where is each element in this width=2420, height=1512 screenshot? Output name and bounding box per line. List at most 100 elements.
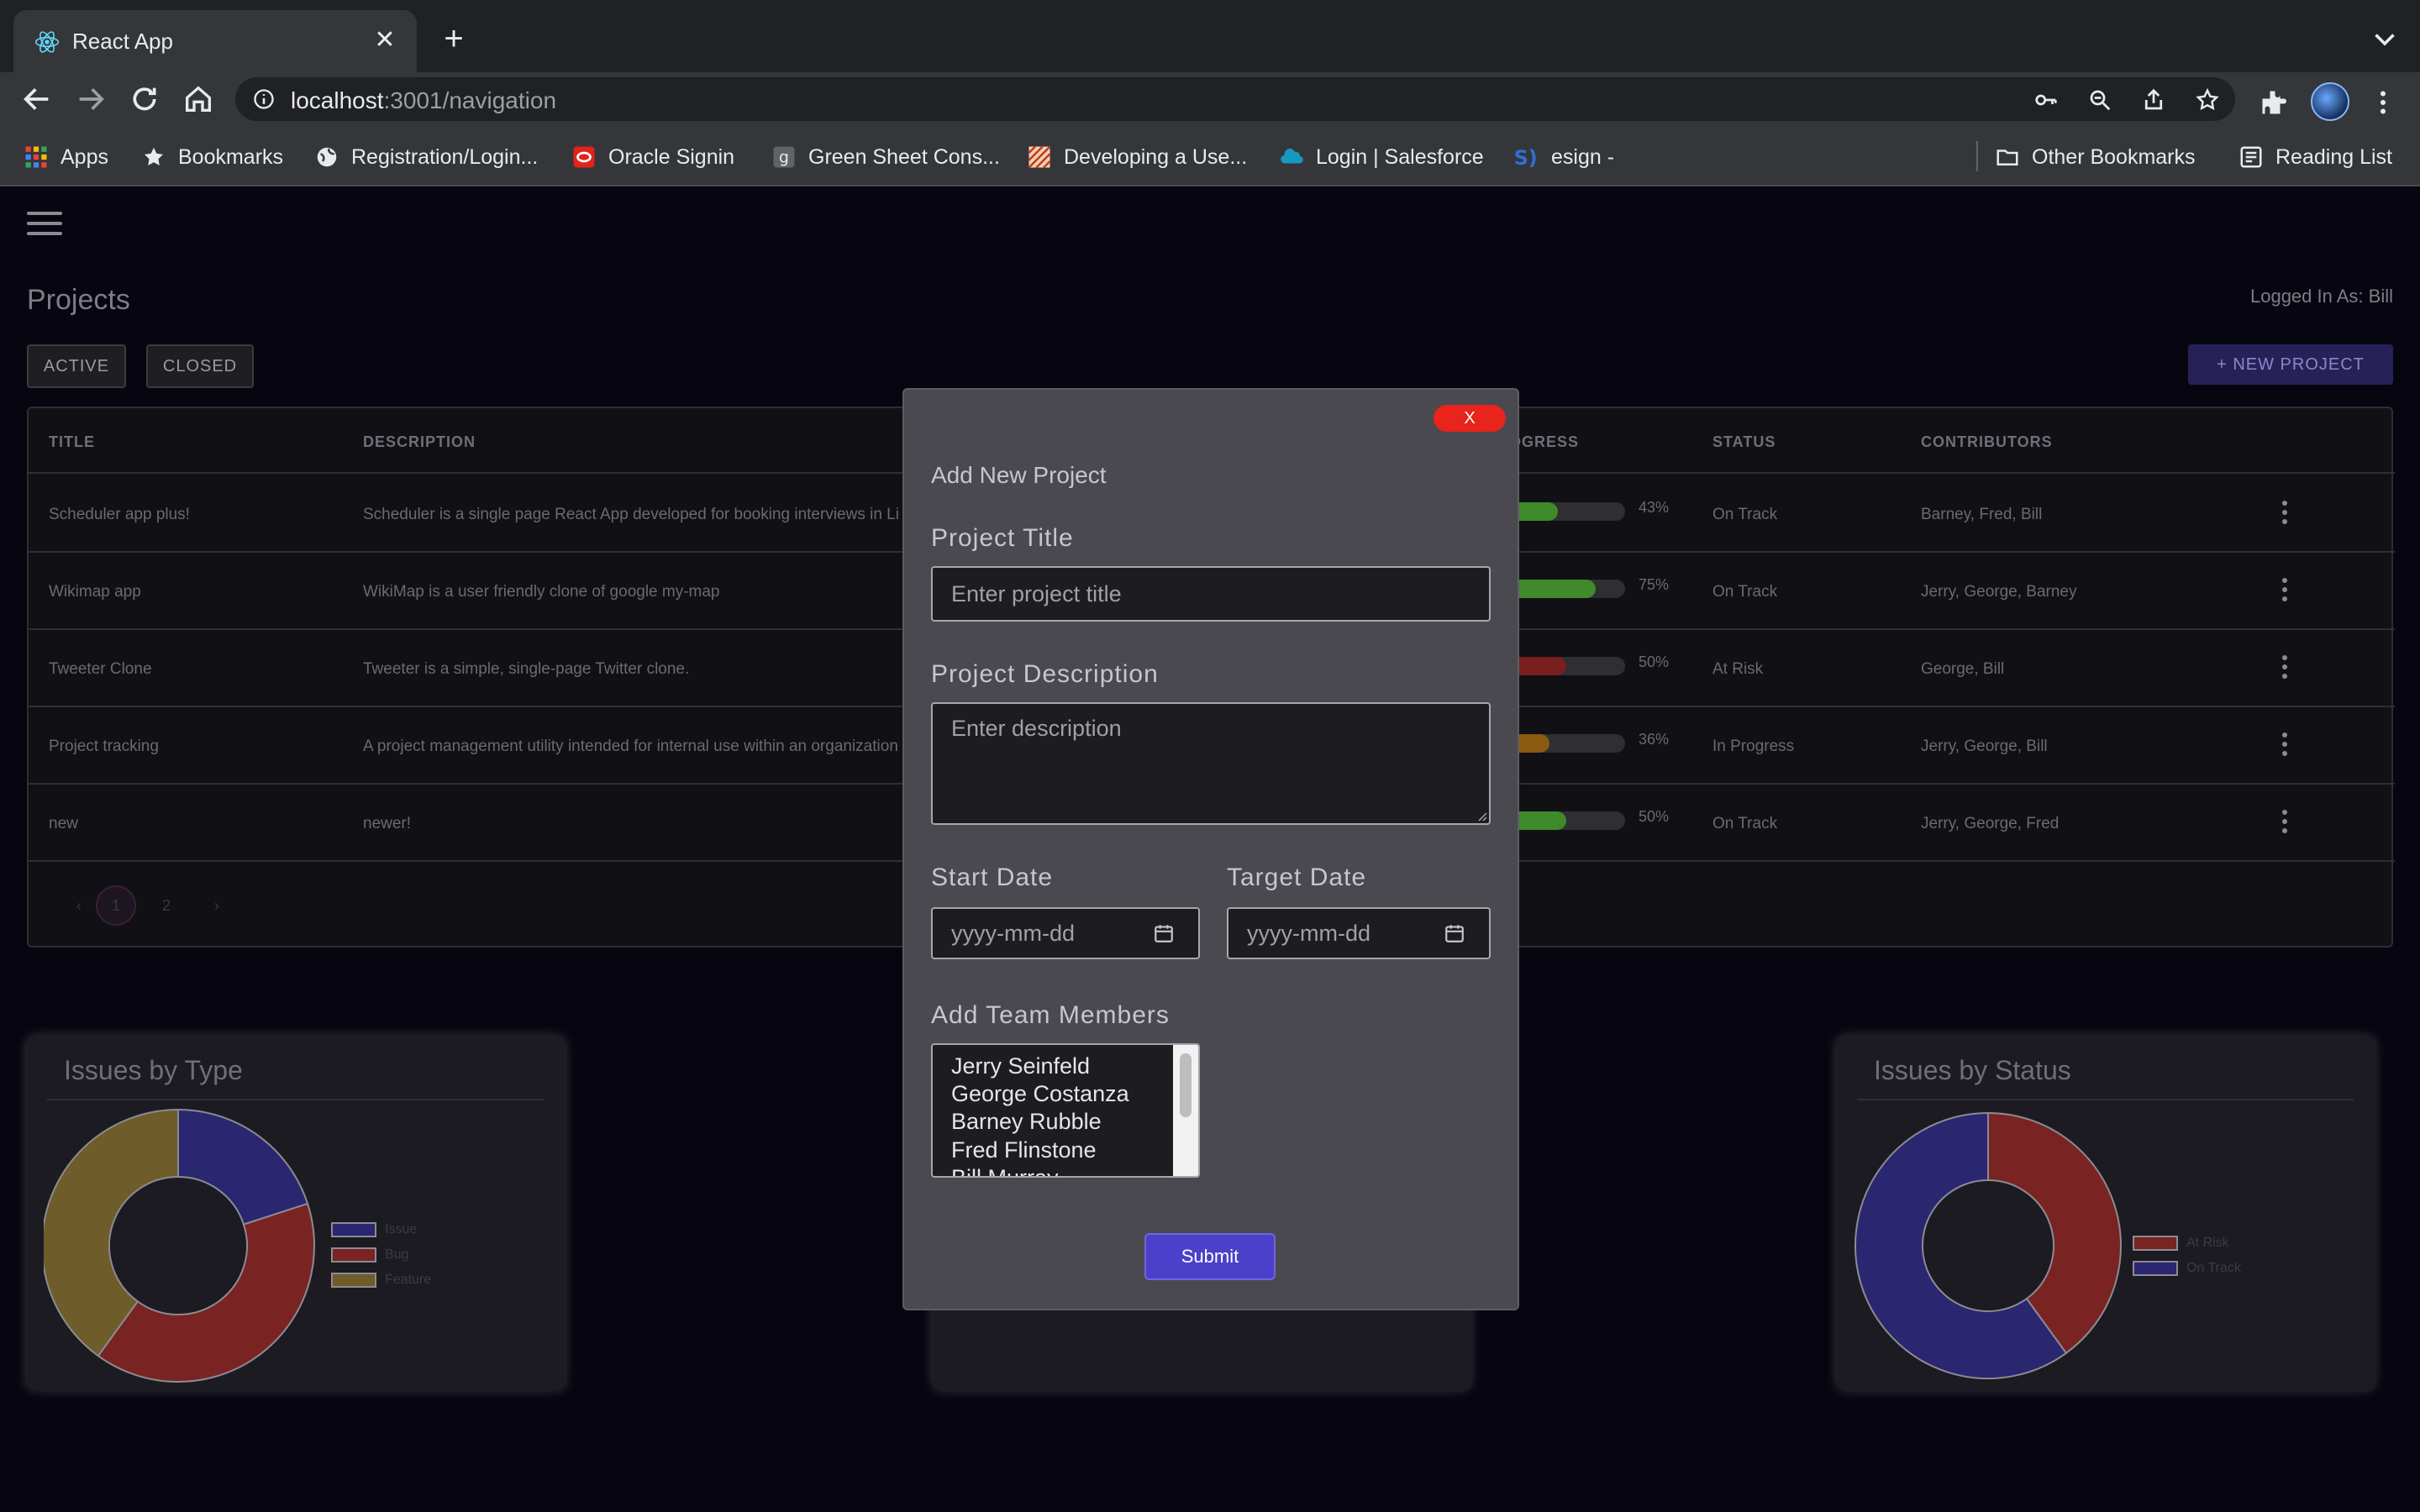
- folder-icon: [1996, 150, 2018, 165]
- page-title: Projects: [27, 284, 130, 316]
- header-status[interactable]: STATUS: [1712, 433, 1776, 451]
- legend-item[interactable]: On Track: [2133, 1260, 2241, 1277]
- header-title[interactable]: TITLE: [49, 433, 95, 451]
- pagination-prev-button[interactable]: ‹: [59, 885, 99, 926]
- tab-close-icon[interactable]: ✕: [368, 24, 402, 57]
- target-date-input[interactable]: yyyy-mm-dd: [1227, 907, 1491, 959]
- modal-close-button[interactable]: X: [1434, 405, 1506, 432]
- bookmark-salesforce[interactable]: Login | Salesforce: [1279, 143, 1484, 171]
- globe-icon: [317, 147, 337, 167]
- home-icon[interactable]: [182, 82, 215, 116]
- esign-icon: S): [1514, 146, 1538, 170]
- pie-slice-issue[interactable]: [177, 1108, 309, 1226]
- legend-item[interactable]: Feature: [331, 1272, 431, 1289]
- row-actions-kebab-icon[interactable]: [2282, 501, 2289, 526]
- project-title-input[interactable]: Enter project title: [931, 566, 1491, 622]
- pagination-next-button[interactable]: ›: [197, 885, 237, 926]
- legend-label: At Risk: [2186, 1236, 2229, 1250]
- svg-text:g: g: [779, 149, 789, 166]
- closed-filter-button[interactable]: CLOSED: [146, 344, 254, 388]
- scrollbar[interactable]: [1173, 1045, 1198, 1176]
- reading-list[interactable]: Reading List: [2238, 143, 2392, 171]
- progress-bar: [1507, 734, 1625, 753]
- member-option[interactable]: Barney Rubble: [951, 1109, 1102, 1135]
- legend-label: Bug: [385, 1247, 409, 1262]
- bookmark-registration[interactable]: Registration/Login...: [314, 143, 538, 171]
- submit-button[interactable]: Submit: [1144, 1233, 1276, 1280]
- calendar-icon[interactable]: [1444, 922, 1465, 944]
- legend-item[interactable]: Bug: [331, 1247, 431, 1263]
- chevron-down-icon[interactable]: [2370, 24, 2400, 54]
- project-description-placeholder: Enter description: [951, 716, 1122, 741]
- header-contributors[interactable]: CONTRIBUTORS: [1921, 433, 2053, 451]
- row-progress-percent: 75%: [1639, 576, 1670, 593]
- scrollbar-thumb[interactable]: [1180, 1053, 1192, 1117]
- info-icon[interactable]: [252, 87, 276, 111]
- member-option[interactable]: George Costanza: [951, 1081, 1129, 1107]
- profile-avatar[interactable]: [2311, 82, 2349, 121]
- header-progress[interactable]: OGRESS: [1509, 433, 1579, 451]
- issues-by-status-card: Issues by Status At Risk On Track: [1837, 1037, 2375, 1389]
- other-bookmarks[interactable]: Other Bookmarks: [1995, 143, 2196, 171]
- legend-item[interactable]: Issue: [331, 1221, 431, 1238]
- pagination-page-2[interactable]: 2: [146, 885, 187, 926]
- react-icon: [34, 31, 60, 53]
- row-actions-kebab-icon[interactable]: [2282, 732, 2289, 758]
- bookmark-developing[interactable]: Developing a Use...: [1027, 143, 1247, 171]
- star-icon[interactable]: [2195, 87, 2220, 113]
- team-members-select[interactable]: Jerry Seinfeld George Costanza Barney Ru…: [931, 1043, 1200, 1178]
- bookmark-green-sheet[interactable]: g Green Sheet Cons...: [771, 143, 1000, 171]
- pagination-page-1[interactable]: 1: [96, 885, 136, 926]
- row-actions-kebab-icon[interactable]: [2282, 655, 2289, 680]
- menu-kebab-icon[interactable]: [2368, 87, 2398, 118]
- legend-item[interactable]: At Risk: [2133, 1235, 2241, 1252]
- zoom-icon[interactable]: [2087, 87, 2112, 113]
- logged-in-user: Logged In As: Bill: [2249, 286, 2393, 307]
- star-filled-icon: [145, 147, 163, 165]
- bookmarks-divider: [1976, 141, 1978, 171]
- bookmark-apps[interactable]: Apps: [24, 143, 108, 171]
- key-icon[interactable]: [2033, 87, 2059, 113]
- row-status: At Risk: [1712, 660, 1764, 678]
- legend-swatch: [331, 1247, 376, 1263]
- row-contributors: George, Bill: [1921, 660, 2005, 678]
- bookmark-label: esign -: [1551, 144, 1615, 169]
- member-option[interactable]: Fred Flinstone: [951, 1137, 1097, 1163]
- row-actions-kebab-icon[interactable]: [2282, 810, 2289, 835]
- row-contributors: Jerry, George, Barney: [1921, 583, 2077, 601]
- reload-icon[interactable]: [128, 82, 161, 116]
- back-icon[interactable]: [20, 82, 54, 116]
- address-bar[interactable]: localhost:3001/navigation: [235, 77, 2235, 121]
- cloud-icon: [1281, 148, 1303, 164]
- extensions-icon[interactable]: [2259, 87, 2289, 118]
- legend-swatch: [331, 1273, 376, 1288]
- new-tab-button[interactable]: +: [435, 20, 472, 57]
- start-date-input[interactable]: yyyy-mm-dd: [931, 907, 1200, 959]
- legend-swatch: [331, 1222, 376, 1237]
- project-description-textarea[interactable]: Enter description: [931, 702, 1491, 825]
- row-progress-percent: 50%: [1639, 808, 1670, 825]
- bookmark-oracle[interactable]: Oracle Signin: [571, 143, 734, 171]
- bookmark-bookmarks[interactable]: Bookmarks: [141, 143, 283, 171]
- header-description[interactable]: DESCRIPTION: [363, 433, 476, 451]
- calendar-icon[interactable]: [1153, 922, 1175, 944]
- card-title: Issues by Status: [1874, 1055, 2071, 1085]
- member-option[interactable]: Jerry Seinfeld: [951, 1053, 1090, 1079]
- bookmark-label: Apps: [60, 144, 108, 169]
- resize-handle-icon[interactable]: [1476, 810, 1487, 822]
- row-actions-kebab-icon[interactable]: [2282, 578, 2289, 603]
- bookmark-esign[interactable]: S) esign -: [1514, 143, 1614, 171]
- share-icon[interactable]: [2141, 87, 2166, 113]
- hamburger-menu-icon[interactable]: [27, 212, 62, 237]
- pie-slice-bug[interactable]: [97, 1202, 315, 1383]
- legend-label: Issue: [385, 1222, 418, 1236]
- card-divider: [47, 1099, 544, 1100]
- new-project-button[interactable]: + NEW PROJECT: [2188, 344, 2393, 385]
- active-filter-button[interactable]: ACTIVE: [27, 344, 126, 388]
- add-project-modal: X Add New Project Project Title Enter pr…: [902, 388, 1519, 1310]
- row-progress-percent: 36%: [1639, 731, 1670, 748]
- browser-tab[interactable]: React App ✕: [13, 10, 417, 72]
- progress-bar: [1507, 502, 1625, 521]
- forward-icon[interactable]: [74, 82, 108, 116]
- member-option[interactable]: Bill Murray: [951, 1165, 1059, 1176]
